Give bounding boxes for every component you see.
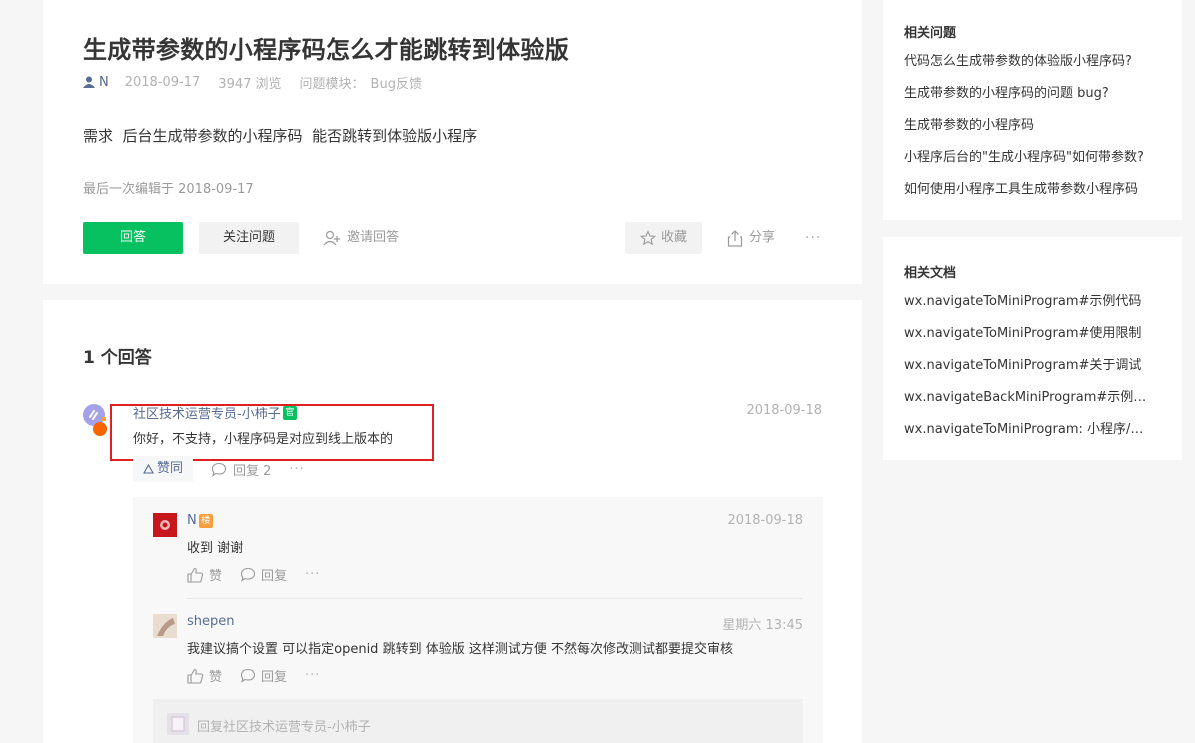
question-card: 生成带参数的小程序码怎么才能跳转到体验版 N 2018-09-17 3947 浏… (43, 0, 862, 284)
add-user-icon (323, 230, 340, 246)
question-more-button[interactable]: ··· (805, 222, 821, 254)
answer-reply-button[interactable]: 回复 2 (211, 460, 271, 479)
related-doc-link[interactable]: wx.navigateBackMiniProgram#示例代码 (904, 390, 1156, 422)
invite-answer-label: 邀请回答 (347, 230, 400, 245)
related-doc-link[interactable]: wx.navigateToMiniProgram#关于调试 (904, 358, 1156, 390)
comment-text: 收到 谢谢 (187, 541, 244, 556)
comment-reply-button[interactable]: 回复 (240, 666, 287, 685)
question-date: 2018-09-17 (124, 74, 201, 90)
question-module-link[interactable]: Bug反馈 (371, 73, 422, 92)
related-questions-list: 代码怎么生成带参数的体验版小程序码? 生成带参数的小程序码的问题 bug? 生成… (904, 54, 1164, 214)
share-button[interactable]: 分享 (727, 222, 775, 254)
comment-more-button[interactable]: ··· (305, 668, 320, 683)
related-question-link[interactable]: 生成带参数的小程序码的问题 bug? (904, 86, 1164, 118)
comment-like-button[interactable]: 赞 (187, 666, 222, 685)
comment-text: 我建议搞个设置 可以指定openid 跳转到 体验版 这样测试方便 不然每次修改… (187, 642, 733, 657)
answer-button[interactable]: 回答 (83, 222, 183, 254)
answer-more-button[interactable]: ··· (289, 462, 304, 477)
comment-like-button[interactable]: 赞 (187, 565, 222, 584)
collect-button[interactable]: 收藏 (625, 222, 702, 254)
comment-author-name: shepen (187, 614, 235, 629)
related-docs-list: wx.navigateToMiniProgram#示例代码 wx.navigat… (904, 294, 1156, 454)
question-body: 需求 后台生成带参数的小程序码 能否跳转到体验版小程序 (83, 127, 478, 145)
answer-date: 2018-09-18 (746, 403, 822, 418)
comment-icon (240, 567, 256, 582)
related-question-link[interactable]: 如何使用小程序工具生成带参数小程序码 (904, 182, 1164, 214)
comment-author[interactable]: shepen (187, 614, 235, 629)
floor-badge: 楼 (198, 513, 213, 528)
star-icon (639, 230, 656, 246)
comment-icon (211, 462, 227, 477)
related-question-link[interactable]: 代码怎么生成带参数的体验版小程序码? (904, 54, 1164, 86)
related-doc-link[interactable]: wx.navigateToMiniProgram#示例代码 (904, 294, 1156, 326)
share-label: 分享 (749, 230, 776, 245)
answer-author-avatar[interactable] (83, 403, 109, 437)
last-edited: 最后一次编辑于 2018-09-17 (83, 182, 254, 197)
agree-label: 赞同 (157, 461, 184, 476)
comment-divider (187, 598, 803, 599)
comment-author-avatar[interactable] (153, 614, 177, 638)
comment-author-avatar[interactable] (153, 513, 177, 537)
user-icon (83, 76, 95, 88)
related-doc-link[interactable]: wx.navigateToMiniProgram#使用限制 (904, 326, 1156, 358)
related-question-link[interactable]: 小程序后台的"生成小程序码"如何带参数? (904, 150, 1164, 182)
comment-item: shepen 星期六 13:45 我建议搞个设置 可以指定openid 跳转到 … (153, 614, 803, 685)
answers-card: 1 个回答 社区技术运营专员-小柿子 官 2018-09-18 你好，不支持，小… (43, 300, 862, 743)
comment-icon (240, 668, 256, 683)
follow-question-button[interactable]: 关注问题 (199, 222, 299, 254)
question-author-name: N (99, 74, 109, 90)
question-module-label: 问题模块： (299, 76, 365, 92)
collect-label: 收藏 (660, 230, 687, 245)
comment-more-button[interactable]: ··· (305, 567, 320, 582)
agree-button[interactable]: 赞同 (133, 456, 194, 482)
answer-reply-label: 回复 2 (233, 463, 272, 479)
comment-reply-label: 回复 (261, 670, 288, 685)
triangle-up-icon (143, 464, 154, 474)
related-docs-card: 相关文档 wx.navigateToMiniProgram#示例代码 wx.na… (883, 237, 1182, 460)
question-title: 生成带参数的小程序码怎么才能跳转到体验版 (83, 36, 569, 64)
reply-placeholder: 回复社区技术运营专员-小柿子 (197, 720, 371, 735)
answer-actions: 赞同 回复 2 ··· (133, 456, 305, 482)
comment-author[interactable]: N 楼 (187, 513, 213, 528)
comments-panel: N 楼 2018-09-18 收到 谢谢 赞 回复 ··· shepen 星期六… (133, 497, 823, 743)
thumbs-up-icon (187, 668, 204, 684)
current-user-avatar (167, 713, 189, 735)
comment-reply-label: 回复 (261, 569, 288, 584)
comment-reply-button[interactable]: 回复 (240, 565, 287, 584)
question-meta: N 2018-09-17 3947 浏览 问题模块： Bug反馈 (83, 73, 440, 92)
highlight-annotation-box (110, 404, 434, 461)
comment-date: 2018-09-18 (727, 513, 803, 528)
comment-actions: 赞 回复 ··· (187, 666, 320, 685)
invite-answer-button[interactable]: 邀请回答 (323, 222, 399, 254)
related-question-link[interactable]: 生成带参数的小程序码 (904, 118, 1164, 150)
comment-actions: 赞 回复 ··· (187, 565, 320, 584)
reply-input[interactable]: 回复社区技术运营专员-小柿子 (153, 699, 803, 743)
share-icon (727, 229, 743, 247)
related-questions-title: 相关问题 (904, 26, 957, 41)
answers-count: 1 个回答 (83, 348, 152, 368)
related-doc-link[interactable]: wx.navigateToMiniProgram: 小程序/小游戏 (904, 422, 1156, 454)
comment-date: 星期六 13:45 (722, 618, 803, 633)
question-views: 3947 浏览 (218, 76, 282, 92)
comment-like-label: 赞 (209, 569, 223, 584)
related-questions-card: 相关问题 代码怎么生成带参数的体验版小程序码? 生成带参数的小程序码的问题 bu… (883, 0, 1182, 220)
comment-item: N 楼 2018-09-18 收到 谢谢 赞 回复 ··· (153, 513, 803, 584)
thumbs-up-icon (187, 567, 204, 583)
related-docs-title: 相关文档 (904, 266, 957, 281)
question-author[interactable]: N (83, 75, 109, 90)
comment-like-label: 赞 (209, 670, 223, 685)
comment-author-name: N (187, 513, 197, 528)
